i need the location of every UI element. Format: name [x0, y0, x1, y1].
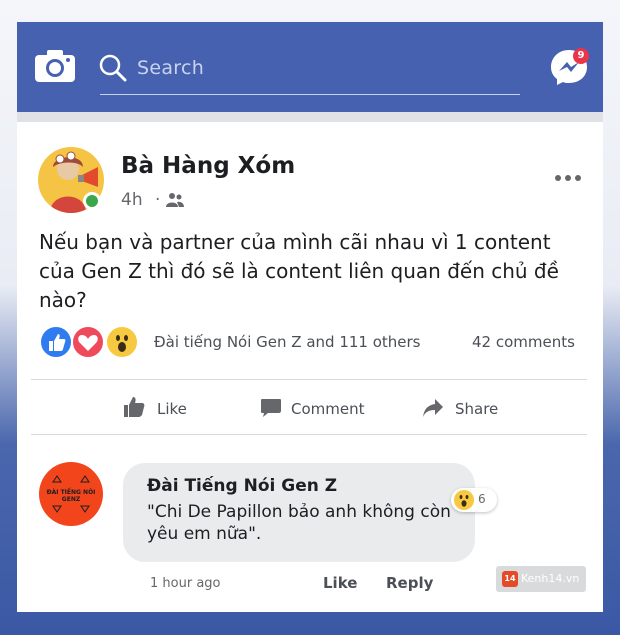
wow-reaction-icon — [454, 490, 474, 510]
like-reaction-icon — [39, 325, 73, 359]
avatar-label: ĐÀI TIẾNG NÓI GENZ — [46, 489, 96, 503]
watermark-logo: 14 — [502, 571, 518, 587]
notification-badge: 9 — [573, 48, 589, 64]
share-button[interactable]: Share — [422, 396, 522, 420]
comment-time[interactable]: 1 hour ago — [150, 576, 220, 591]
post-author[interactable]: Bà Hàng Xóm — [121, 153, 295, 179]
watermark: 14 Kenh14.vn — [496, 566, 586, 592]
share-label: Share — [455, 400, 499, 418]
online-indicator — [83, 192, 101, 210]
friends-icon — [166, 193, 184, 207]
divider — [31, 379, 587, 380]
love-reaction-icon — [71, 325, 105, 359]
divider — [31, 434, 587, 435]
comment-button[interactable]: Comment — [260, 396, 380, 420]
post-separator: · — [155, 190, 161, 210]
like-button[interactable]: Like — [123, 396, 203, 420]
comment-reaction-count: 6 — [478, 492, 486, 506]
thumbs-up-icon — [124, 397, 145, 417]
post-time[interactable]: 4h — [121, 190, 143, 210]
top-bar: Search 9 — [17, 22, 603, 112]
camera-icon[interactable] — [34, 49, 76, 83]
more-options-icon[interactable] — [554, 174, 582, 182]
share-icon — [423, 399, 443, 417]
search-icon[interactable] — [99, 54, 127, 82]
commenter-name[interactable]: Đài Tiếng Nói Gen Z — [147, 476, 337, 496]
search-underline — [100, 94, 520, 95]
comment-reply-button[interactable]: Reply — [386, 574, 433, 592]
like-label: Like — [157, 400, 187, 418]
watermark-text: Kenh14.vn — [521, 572, 580, 585]
search-input[interactable]: Search — [137, 57, 204, 79]
reaction-icons[interactable] — [39, 325, 139, 359]
comment-text: "Chi De Papillon bảo anh không còn yêu e… — [147, 502, 451, 544]
post-text: Nếu bạn và partner của mình cãi nhau vì … — [39, 230, 559, 312]
comment-like-button[interactable]: Like — [323, 574, 357, 592]
comment-reaction[interactable]: 6 — [451, 488, 497, 512]
top-divider — [17, 112, 603, 122]
wow-reaction-icon — [105, 325, 139, 359]
comment-label: Comment — [291, 400, 365, 418]
reactors-text[interactable]: Đài tiếng Nói Gen Z and 111 others — [154, 333, 421, 351]
comments-count[interactable]: 42 comments — [472, 333, 575, 351]
post-card: Search 9 Bà Hàng Xóm 4h · Nếu bạn và par… — [17, 22, 603, 612]
comment-icon — [261, 399, 281, 417]
commenter-avatar[interactable]: ĐÀI TIẾNG NÓI GENZ — [39, 462, 103, 526]
